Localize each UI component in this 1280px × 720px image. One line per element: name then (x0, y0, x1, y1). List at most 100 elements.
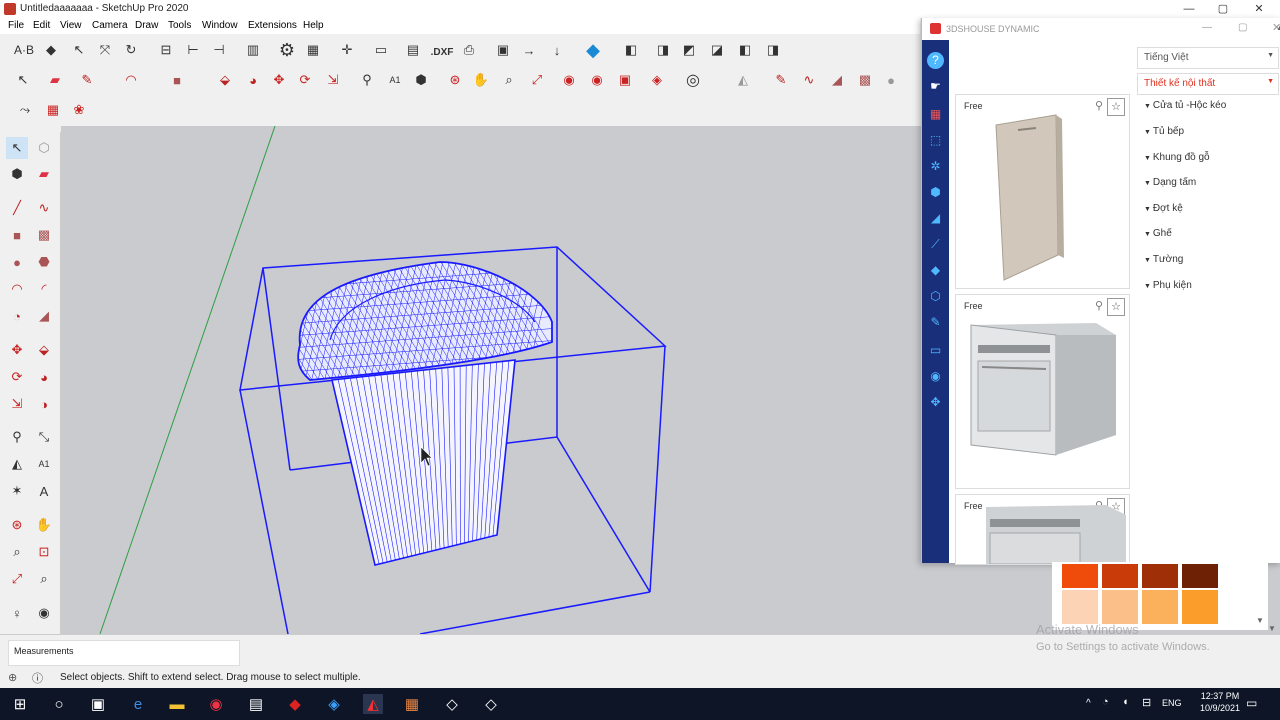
maximize-button[interactable]: ▢ (1206, 0, 1240, 18)
text-label-icon[interactable]: A1 (384, 69, 406, 91)
product-card-cabinet-door[interactable]: Free ⚲ ☆ (955, 94, 1130, 289)
next-view-icon[interactable]: ◉ (586, 69, 608, 91)
tray-chevron-icon[interactable]: ^ (1086, 698, 1091, 709)
menu-window[interactable]: Window (202, 20, 238, 31)
menu-help[interactable]: Help (303, 20, 324, 31)
axes-icon[interactable]: ✶ (6, 480, 28, 502)
view-back-icon[interactable]: ◧ (734, 39, 756, 61)
box-icon[interactable]: ◆ (927, 262, 944, 279)
orbit-tool-icon[interactable]: ⊛ (444, 69, 466, 91)
previous-icon[interactable]: ⌕ (33, 568, 55, 590)
furniture-icon[interactable]: ▦ (927, 106, 944, 123)
square-icon[interactable]: ▩ (854, 69, 876, 91)
paint-bucket-icon[interactable]: ⬢ (410, 69, 432, 91)
network-icon[interactable]: ◔ (1102, 696, 1109, 708)
rectangle-icon[interactable]: ■ (166, 69, 188, 91)
minimize-button[interactable]: — (1172, 0, 1206, 18)
product-card-oven-2[interactable]: Free ⚲ ☆ (955, 494, 1130, 565)
follow-me-icon[interactable]: ◕ (33, 366, 55, 388)
arc-icon[interactable]: ◠ (120, 69, 142, 91)
info-icon[interactable]: ⓘ (32, 670, 43, 686)
text-label-icon[interactable]: A1 (33, 453, 55, 475)
rotate-icon[interactable]: ⟳ (6, 366, 28, 388)
arrow-down-icon[interactable]: ↓ (546, 39, 568, 61)
style-builder-icon[interactable]: ◇ (481, 694, 501, 714)
polygon-icon[interactable]: ⬣ (33, 251, 55, 273)
scale-icon[interactable]: ⇲ (6, 393, 28, 415)
swatch-scroll-down-icon[interactable]: ▼ (1256, 616, 1264, 625)
swatch[interactable] (1182, 590, 1218, 624)
view-right-icon[interactable]: ◪ (706, 39, 728, 61)
ime-icon[interactable]: ⊟ (1142, 696, 1151, 709)
push-pull-icon[interactable]: ⬙ (33, 339, 55, 361)
zoom-window-icon[interactable]: ⊡ (33, 541, 55, 563)
panel-scroll-icon[interactable]: ▼ (1268, 624, 1276, 633)
menu-tools[interactable]: Tools (168, 20, 191, 31)
windows-start-icon[interactable]: ⊞ (10, 694, 30, 714)
pan-icon[interactable]: ✋ (33, 514, 55, 536)
graph-icon[interactable]: ⟋ (927, 236, 944, 253)
print-icon[interactable]: ⎙ (458, 39, 480, 61)
dimension-icon[interactable]: ⤡ (33, 426, 55, 448)
camera-icon[interactable]: ▣ (614, 69, 636, 91)
grid-icon[interactable]: ▦ (302, 39, 324, 61)
zoom-extents-icon[interactable]: ⤢ (526, 69, 548, 91)
close-button[interactable]: ✕ (1242, 0, 1276, 18)
file-explorer-icon[interactable]: ▬ (167, 694, 187, 714)
category-item[interactable]: ▼ Đợt kệ (1144, 203, 1183, 214)
arc-icon[interactable]: ◠ (6, 278, 28, 300)
freehand-icon[interactable]: ✎ (770, 69, 792, 91)
swatch[interactable] (1142, 590, 1178, 624)
select-tool-icon[interactable]: ↖ (6, 137, 28, 159)
swatch[interactable] (1062, 590, 1098, 624)
tape-measure-icon[interactable]: ⚲ (356, 69, 378, 91)
search-icon[interactable]: ○ (49, 694, 69, 714)
menu-edit[interactable]: Edit (33, 20, 50, 31)
view-left-icon[interactable]: ◨ (762, 39, 784, 61)
arrow-right-icon[interactable]: → (518, 39, 540, 61)
menu-file[interactable]: File (8, 20, 24, 31)
eraser-icon[interactable]: ▰ (33, 163, 55, 185)
pan-icon[interactable]: ✋ (470, 69, 492, 91)
make-component-icon[interactable]: ⬡ (33, 137, 55, 159)
pointer-icon[interactable]: ☛ (927, 78, 944, 95)
curve-icon[interactable]: ∿ (798, 69, 820, 91)
sketchup-taskbar-icon[interactable]: ◭ (363, 694, 383, 714)
rotate-view-icon[interactable]: ↻ (120, 39, 142, 61)
walk-icon[interactable]: ♀ (6, 602, 28, 624)
plugin-maximize-button[interactable]: ▢ (1238, 22, 1247, 33)
text-tool-button[interactable]: A·B (10, 39, 38, 61)
pie-icon[interactable]: ◔ (6, 305, 28, 327)
move-icon[interactable]: ✥ (268, 69, 290, 91)
rotate-icon[interactable]: ⟳ (294, 69, 316, 91)
select-tool-icon[interactable]: ↖ (12, 69, 34, 91)
category-item[interactable]: ▼ Tường (1144, 254, 1183, 265)
zoom-icon[interactable]: ⌕ (6, 541, 28, 563)
account-icon[interactable]: ◎ (682, 69, 704, 91)
plugin-tool-1-icon[interactable]: ▦ (42, 99, 64, 121)
select-icon[interactable]: ⬚ (927, 132, 944, 149)
gear-icon[interactable]: ✲ (927, 158, 944, 175)
swatch[interactable] (1102, 590, 1138, 624)
category-item[interactable]: ▼ Phụ kiện (1144, 280, 1192, 291)
paint-bucket-icon[interactable]: ⬢ (6, 163, 28, 185)
look-around-icon[interactable]: ◉ (33, 602, 55, 624)
view-top-icon[interactable]: ◨ (652, 39, 674, 61)
category-item[interactable]: ▼ Dạng tấm (1144, 177, 1196, 188)
category-item[interactable]: ▼ Khung đồ gỗ (1144, 152, 1210, 163)
zoom-extents-icon[interactable]: ⤢ (6, 568, 28, 590)
help-icon[interactable]: ? (927, 52, 944, 69)
offset-icon[interactable]: ◑ (33, 393, 55, 415)
system-clock[interactable]: 12:37 PM 10/9/2021 (1200, 690, 1240, 714)
app-blue-icon[interactable]: ◈ (324, 694, 344, 714)
weld-icon[interactable]: ⤳ (14, 99, 36, 121)
3d-text-icon[interactable]: A (33, 480, 55, 502)
eraser-icon[interactable]: ▰ (44, 69, 66, 91)
geo-location-icon[interactable]: ⊕ (8, 671, 17, 684)
monitor-icon[interactable]: ▭ (927, 342, 944, 359)
select-arrow-icon[interactable]: ↖ (68, 39, 90, 61)
previous-view-icon[interactable]: ◉ (558, 69, 580, 91)
bars-icon[interactable]: ▥ (242, 39, 264, 61)
freehand-icon[interactable]: ∿ (33, 197, 55, 219)
move-icon[interactable]: ✥ (6, 339, 28, 361)
